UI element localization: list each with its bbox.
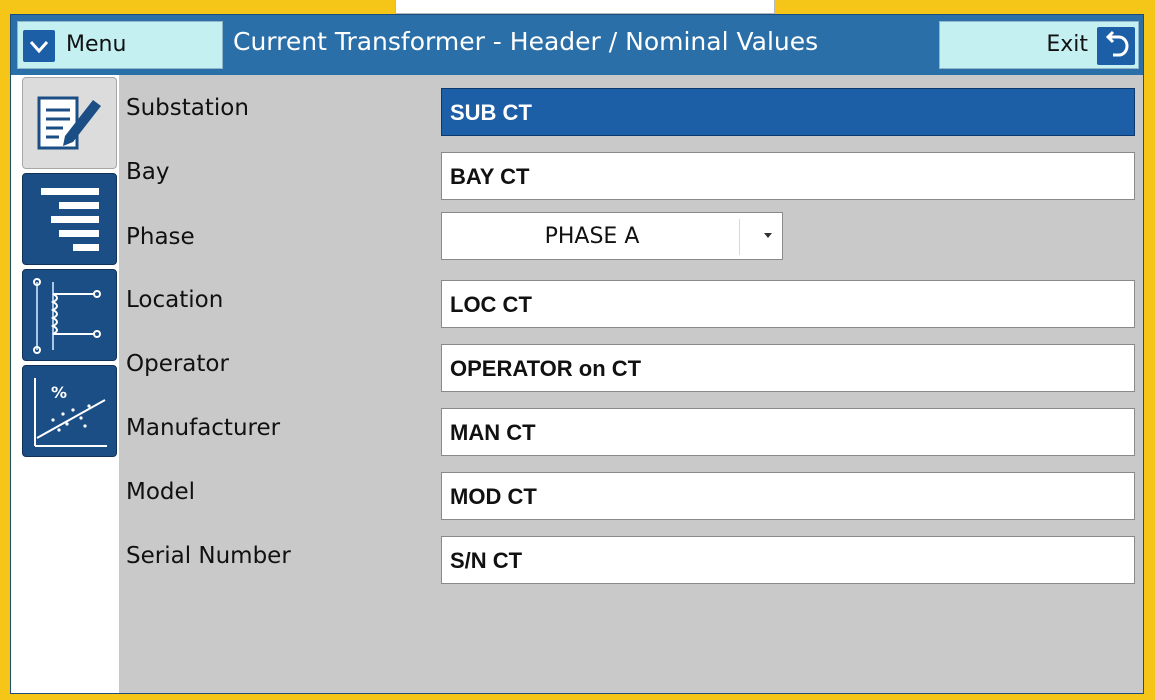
transformer-coil-icon — [33, 278, 101, 354]
chevron-down-icon — [23, 30, 55, 62]
sidebar-item-list[interactable] — [22, 173, 117, 265]
model-field[interactable]: MOD CT — [441, 472, 1135, 520]
operator-value: OPERATOR on CT — [450, 356, 642, 381]
location-field[interactable]: LOC CT — [441, 280, 1135, 328]
chevron-down-icon — [764, 233, 772, 238]
percent-chart-icon: % — [34, 378, 107, 447]
serial-number-field[interactable]: S/N CT — [441, 536, 1135, 584]
substation-field[interactable]: SUB CT — [441, 88, 1135, 136]
model-label: Model — [126, 479, 196, 505]
operator-field[interactable]: OPERATOR on CT — [441, 344, 1135, 392]
title-bar: Menu Current Transformer - Header / Nomi… — [11, 15, 1143, 75]
bay-field[interactable]: BAY CT — [441, 152, 1135, 200]
phase-select[interactable]: PHASE A — [441, 212, 783, 260]
page-title: Current Transformer - Header / Nominal V… — [233, 27, 819, 56]
manufacturer-value: MAN CT — [450, 420, 536, 445]
sidebar-item-transformer[interactable] — [22, 269, 117, 361]
substation-label: Substation — [126, 95, 249, 121]
manufacturer-label: Manufacturer — [126, 415, 281, 441]
serial-number-label: Serial Number — [126, 543, 291, 569]
bay-value: BAY CT — [450, 164, 530, 189]
sidebar: % — [11, 75, 119, 693]
operator-label: Operator — [126, 351, 229, 377]
sidebar-item-header[interactable] — [22, 77, 117, 169]
model-value: MOD CT — [450, 484, 537, 509]
edit-document-icon — [37, 96, 101, 150]
app-window: Menu Current Transformer - Header / Nomi… — [10, 14, 1144, 694]
manufacturer-field[interactable]: MAN CT — [441, 408, 1135, 456]
location-value: LOC CT — [450, 292, 532, 317]
sidebar-item-ratio[interactable]: % — [22, 365, 117, 457]
phase-value: PHASE A — [544, 224, 640, 249]
select-divider — [739, 219, 740, 255]
serial-number-value: S/N CT — [450, 548, 523, 573]
list-align-icon — [41, 188, 99, 251]
phase-label: Phase — [126, 224, 195, 250]
bay-label: Bay — [126, 159, 170, 185]
substation-value: SUB CT — [450, 100, 532, 125]
svg-text:%: % — [51, 383, 67, 402]
top-tab-notch — [395, 0, 775, 14]
exit-button[interactable]: Exit — [939, 21, 1139, 69]
location-label: Location — [126, 287, 224, 313]
exit-label: Exit — [1046, 32, 1088, 57]
menu-button[interactable]: Menu — [17, 21, 223, 69]
menu-label: Menu — [66, 32, 127, 57]
form-panel: Substation SUB CT Bay BAY CT Phase PHASE… — [119, 75, 1143, 693]
undo-arrow-icon — [1097, 27, 1135, 65]
